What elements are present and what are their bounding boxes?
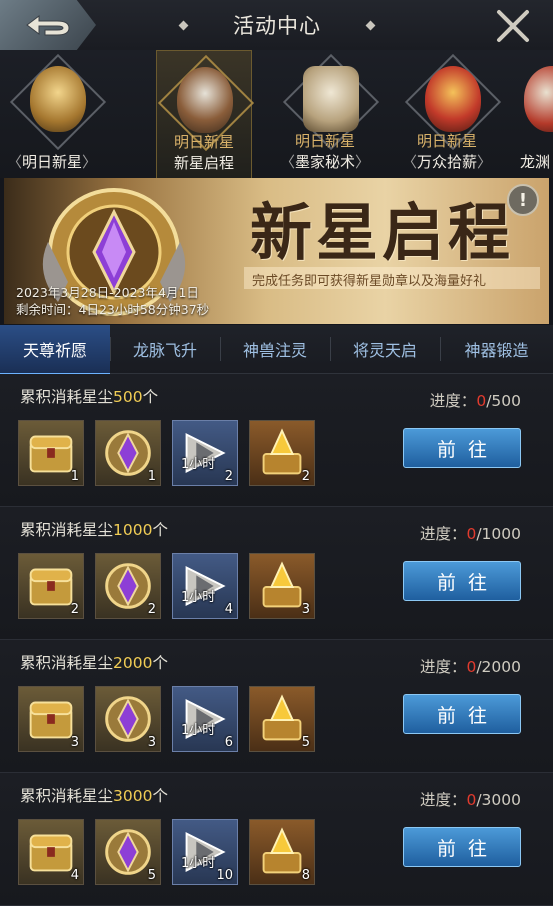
activity-item-4[interactable]: 明日新星 〈万众拾薪〉 — [387, 50, 507, 178]
activity-label: 龙渊 — [520, 153, 551, 171]
reward-item[interactable]: 3 — [18, 686, 84, 752]
task-goal: 累积消耗星尘2000个 — [20, 654, 168, 672]
reward-duration: 1小时 — [181, 590, 216, 605]
remaining-time: 剩余时间：4日23小时58分钟37秒 — [16, 302, 210, 317]
reward-item[interactable]: 1小时 4 — [172, 553, 238, 619]
task-progress: 进度：0/1000 — [419, 525, 521, 543]
banner-headline: 新星启程 — [250, 196, 515, 269]
header: 活动中心 — [0, 0, 553, 50]
activity-label: 〈墨家秘术〉 — [279, 153, 371, 171]
reward-qty: 2 — [301, 469, 310, 484]
tab-shenqi[interactable]: 神器锻造 — [440, 325, 553, 373]
reward-qty: 5 — [147, 868, 156, 883]
activity-item-1[interactable]: 〈明日新星〉 — [0, 50, 112, 178]
close-icon[interactable] — [495, 8, 531, 44]
activity-line1: 明日新星 — [173, 133, 234, 151]
activity-item-5[interactable]: 龙渊 — [510, 50, 553, 178]
reward-qty: 5 — [301, 735, 310, 750]
reward-qty: 2 — [147, 602, 156, 617]
gold-medal-icon — [30, 66, 86, 132]
task-goal: 累积消耗星尘3000个 — [20, 787, 168, 805]
activity-item-2[interactable]: 明日新星 新星启程 — [156, 50, 255, 180]
event-banner: 新星启程 完成任务即可获得新星勋章以及海量好礼 2023年3月28日-2023年… — [4, 178, 549, 324]
info-icon[interactable]: ! — [507, 184, 539, 216]
page-title: 活动中心 — [233, 14, 321, 38]
activity-item-3[interactable]: 明日新星 〈墨家秘术〉 — [265, 50, 385, 178]
reward-item[interactable]: 2 — [249, 420, 315, 486]
tab-shenshou[interactable]: 神兽注灵 — [220, 325, 330, 373]
back-button[interactable] — [0, 0, 96, 50]
tab-jiangling[interactable]: 将灵天启 — [330, 325, 440, 373]
task-goal: 累积消耗星尘500个 — [20, 388, 159, 406]
reward-qty: 3 — [70, 735, 79, 750]
dragon-icon — [524, 66, 553, 132]
reward-duration: 1小时 — [181, 856, 216, 871]
reward-item[interactable]: 4 — [18, 819, 84, 885]
reward-qty: 4 — [224, 602, 233, 617]
go-button[interactable]: 前往 — [403, 827, 521, 867]
tab-tianzun[interactable]: 天尊祈愿 — [0, 325, 110, 376]
reward-item[interactable]: 5 — [95, 819, 161, 885]
activity-label: 〈明日新星〉 — [6, 153, 98, 171]
tab-longmai[interactable]: 龙脉飞升 — [110, 325, 220, 373]
reward-item[interactable]: 1小时 2 — [172, 420, 238, 486]
task-row: 累积消耗星尘2000个 进度：0/2000 3 3 1小时 6 5 前往 — [0, 640, 553, 773]
reward-item[interactable]: 3 — [249, 553, 315, 619]
reward-item[interactable]: 5 — [249, 686, 315, 752]
reward-item[interactable]: 2 — [95, 553, 161, 619]
reward-qty: 4 — [70, 868, 79, 883]
task-row: 累积消耗星尘500个 进度：0/500 1 1 1小时 2 2 前往 — [0, 374, 553, 507]
go-button[interactable]: 前往 — [403, 694, 521, 734]
title-right-diamond-icon — [365, 20, 376, 30]
task-progress: 进度：0/2000 — [419, 658, 521, 676]
category-tabs: 天尊祈愿 龙脉飞升 神兽注灵 将灵天启 神器锻造 — [0, 325, 553, 376]
title-left-diamond-icon — [178, 20, 189, 30]
back-arrow-icon — [26, 15, 70, 36]
reward-qty: 1 — [147, 469, 156, 484]
reward-item[interactable]: 1 — [18, 420, 84, 486]
reward-qty: 3 — [301, 602, 310, 617]
reward-qty: 6 — [224, 735, 233, 750]
task-row: 累积消耗星尘3000个 进度：0/3000 4 5 1小时 10 8 前往 — [0, 773, 553, 906]
reward-duration: 1小时 — [181, 457, 216, 472]
task-progress: 进度：0/500 — [429, 392, 521, 410]
activity-label: 新星启程 — [173, 154, 234, 172]
scroll-icon — [303, 66, 359, 132]
reward-item[interactable]: 1小时 10 — [172, 819, 238, 885]
go-button[interactable]: 前往 — [403, 428, 521, 468]
reward-item[interactable]: 1小时 6 — [172, 686, 238, 752]
reward-qty: 2 — [70, 602, 79, 617]
reward-item[interactable]: 2 — [18, 553, 84, 619]
reward-qty: 10 — [216, 868, 233, 883]
reward-qty: 3 — [147, 735, 156, 750]
gift-bag-icon — [177, 67, 233, 133]
reward-qty: 8 — [301, 868, 310, 883]
activity-line1: 明日新星 — [416, 132, 477, 150]
reward-item[interactable]: 3 — [95, 686, 161, 752]
reward-item[interactable]: 8 — [249, 819, 315, 885]
task-row: 累积消耗星尘1000个 进度：0/1000 2 2 1小时 4 3 前往 — [0, 507, 553, 640]
reward-item[interactable]: 1 — [95, 420, 161, 486]
flame-treasure-icon — [425, 66, 481, 132]
activity-label: 〈万众拾薪〉 — [401, 153, 493, 171]
reward-qty: 1 — [70, 469, 79, 484]
reward-duration: 1小时 — [181, 723, 216, 738]
activity-carousel: 〈明日新星〉 明日新星 新星启程 明日新星 〈墨家秘术〉 明日新星 〈万众拾薪〉… — [0, 50, 553, 180]
banner-subtitle: 完成任务即可获得新星勋章以及海量好礼 — [252, 274, 487, 289]
task-goal: 累积消耗星尘1000个 — [20, 521, 168, 539]
reward-qty: 2 — [224, 469, 233, 484]
go-button[interactable]: 前往 — [403, 561, 521, 601]
activity-line1: 明日新星 — [294, 132, 355, 150]
task-progress: 进度：0/3000 — [419, 791, 521, 809]
